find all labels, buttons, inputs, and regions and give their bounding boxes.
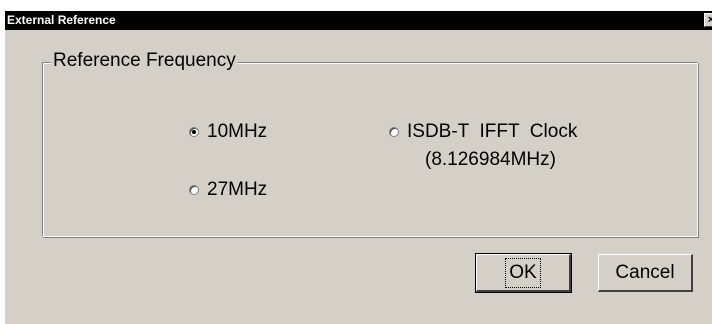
title-bar[interactable]: External Reference ×	[5, 11, 712, 30]
cancel-button[interactable]: Cancel	[598, 254, 693, 292]
radio-isdbt-ifft-clock[interactable]: ISDB-T IFFT Clock	[389, 121, 577, 143]
reference-frequency-group: Reference Frequency 10MHz 27MHz ISDB-T I…	[42, 50, 698, 237]
radio-unchecked-icon	[189, 185, 199, 195]
close-icon: ×	[707, 14, 712, 26]
cancel-button-label: Cancel	[615, 261, 675, 283]
radio-27mhz-label: 27MHz	[207, 179, 268, 200]
radio-unchecked-icon	[389, 127, 399, 137]
radio-27mhz[interactable]: 27MHz	[189, 179, 267, 201]
radio-isdbt-label: ISDB-T IFFT Clock	[407, 121, 578, 142]
ok-button[interactable]: OK	[475, 253, 572, 293]
radio-10mhz[interactable]: 10MHz	[189, 121, 267, 143]
radio-10mhz-label: 10MHz	[207, 121, 268, 142]
window-title: External Reference	[7, 13, 116, 27]
radio-isdbt-sublabel: (8.126984MHz)	[425, 149, 556, 170]
radio-checked-icon	[189, 127, 199, 137]
dialog-window: External Reference × Reference Frequency…	[4, 10, 712, 324]
close-button[interactable]: ×	[704, 13, 712, 27]
group-label: Reference Frequency	[51, 50, 238, 72]
ok-button-label: OK	[505, 257, 541, 288]
